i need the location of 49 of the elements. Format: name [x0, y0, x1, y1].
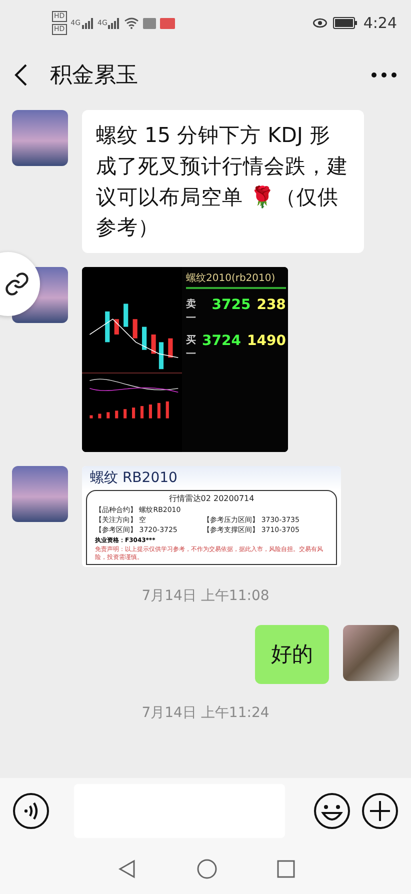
message-time: 7月14日 上午11:24: [140, 704, 270, 724]
wifi-icon: [124, 17, 140, 29]
chat-title: 积金累玉: [50, 62, 139, 90]
message-time: 7月14日 上午11:08: [140, 586, 270, 606]
candle: [151, 334, 156, 354]
candle: [114, 319, 119, 334]
app-notification-icon: [160, 18, 176, 28]
quote-volume: 238: [256, 297, 286, 315]
quote-label: 买一: [186, 334, 196, 361]
eye-icon: [313, 18, 328, 28]
histogram-bar: [148, 404, 152, 418]
quote-price: 3724: [202, 333, 241, 351]
app-notification-icon: [143, 18, 156, 28]
histogram-bar: [115, 410, 118, 418]
histogram-bar: [132, 408, 136, 418]
recents-nav-icon[interactable]: [276, 860, 294, 878]
status-time: 4:24: [363, 14, 397, 32]
back-nav-icon[interactable]: [116, 859, 136, 879]
voice-icon[interactable]: [12, 792, 50, 830]
more-icon[interactable]: [371, 72, 397, 78]
signal-icon: [82, 18, 94, 28]
histogram-bar: [140, 406, 144, 418]
plus-icon[interactable]: [361, 792, 399, 830]
message-bubble: 螺纹 15 分钟下方 KDJ 形成了死叉预计行情会跌，建议可以布局空单 🌹（仅供参考）: [82, 110, 364, 253]
histogram-bar: [124, 409, 127, 418]
candle: [105, 311, 110, 342]
candle: [132, 319, 138, 338]
home-nav-icon[interactable]: [196, 859, 216, 879]
document-heading: 行情雷达02 20200714: [168, 493, 256, 504]
back-icon[interactable]: [14, 63, 28, 87]
candle: [168, 338, 173, 358]
histogram-bar: [106, 412, 110, 418]
trading-screenshot[interactable]: 螺纹2010(rb2010) 卖一 3725 238 买一 3724 1490: [82, 267, 288, 452]
link-icon: [4, 271, 30, 297]
quote-label: 卖一: [186, 298, 197, 325]
message-bubble: 好的: [255, 624, 329, 684]
candle: [124, 304, 128, 327]
histogram-bar: [90, 415, 93, 418]
quote-price: 3725: [212, 297, 251, 315]
emoji-icon[interactable]: [313, 792, 351, 830]
candle: [158, 342, 164, 370]
histogram-bar: [98, 414, 102, 418]
battery-icon: [333, 17, 358, 29]
histogram-bar: [157, 402, 160, 418]
candle: [142, 326, 147, 350]
quote-volume: 1490: [246, 333, 286, 351]
quote-title: 螺纹2010(rb2010): [186, 271, 286, 289]
histogram-bar: [166, 401, 169, 418]
signal-icon: [108, 18, 120, 28]
